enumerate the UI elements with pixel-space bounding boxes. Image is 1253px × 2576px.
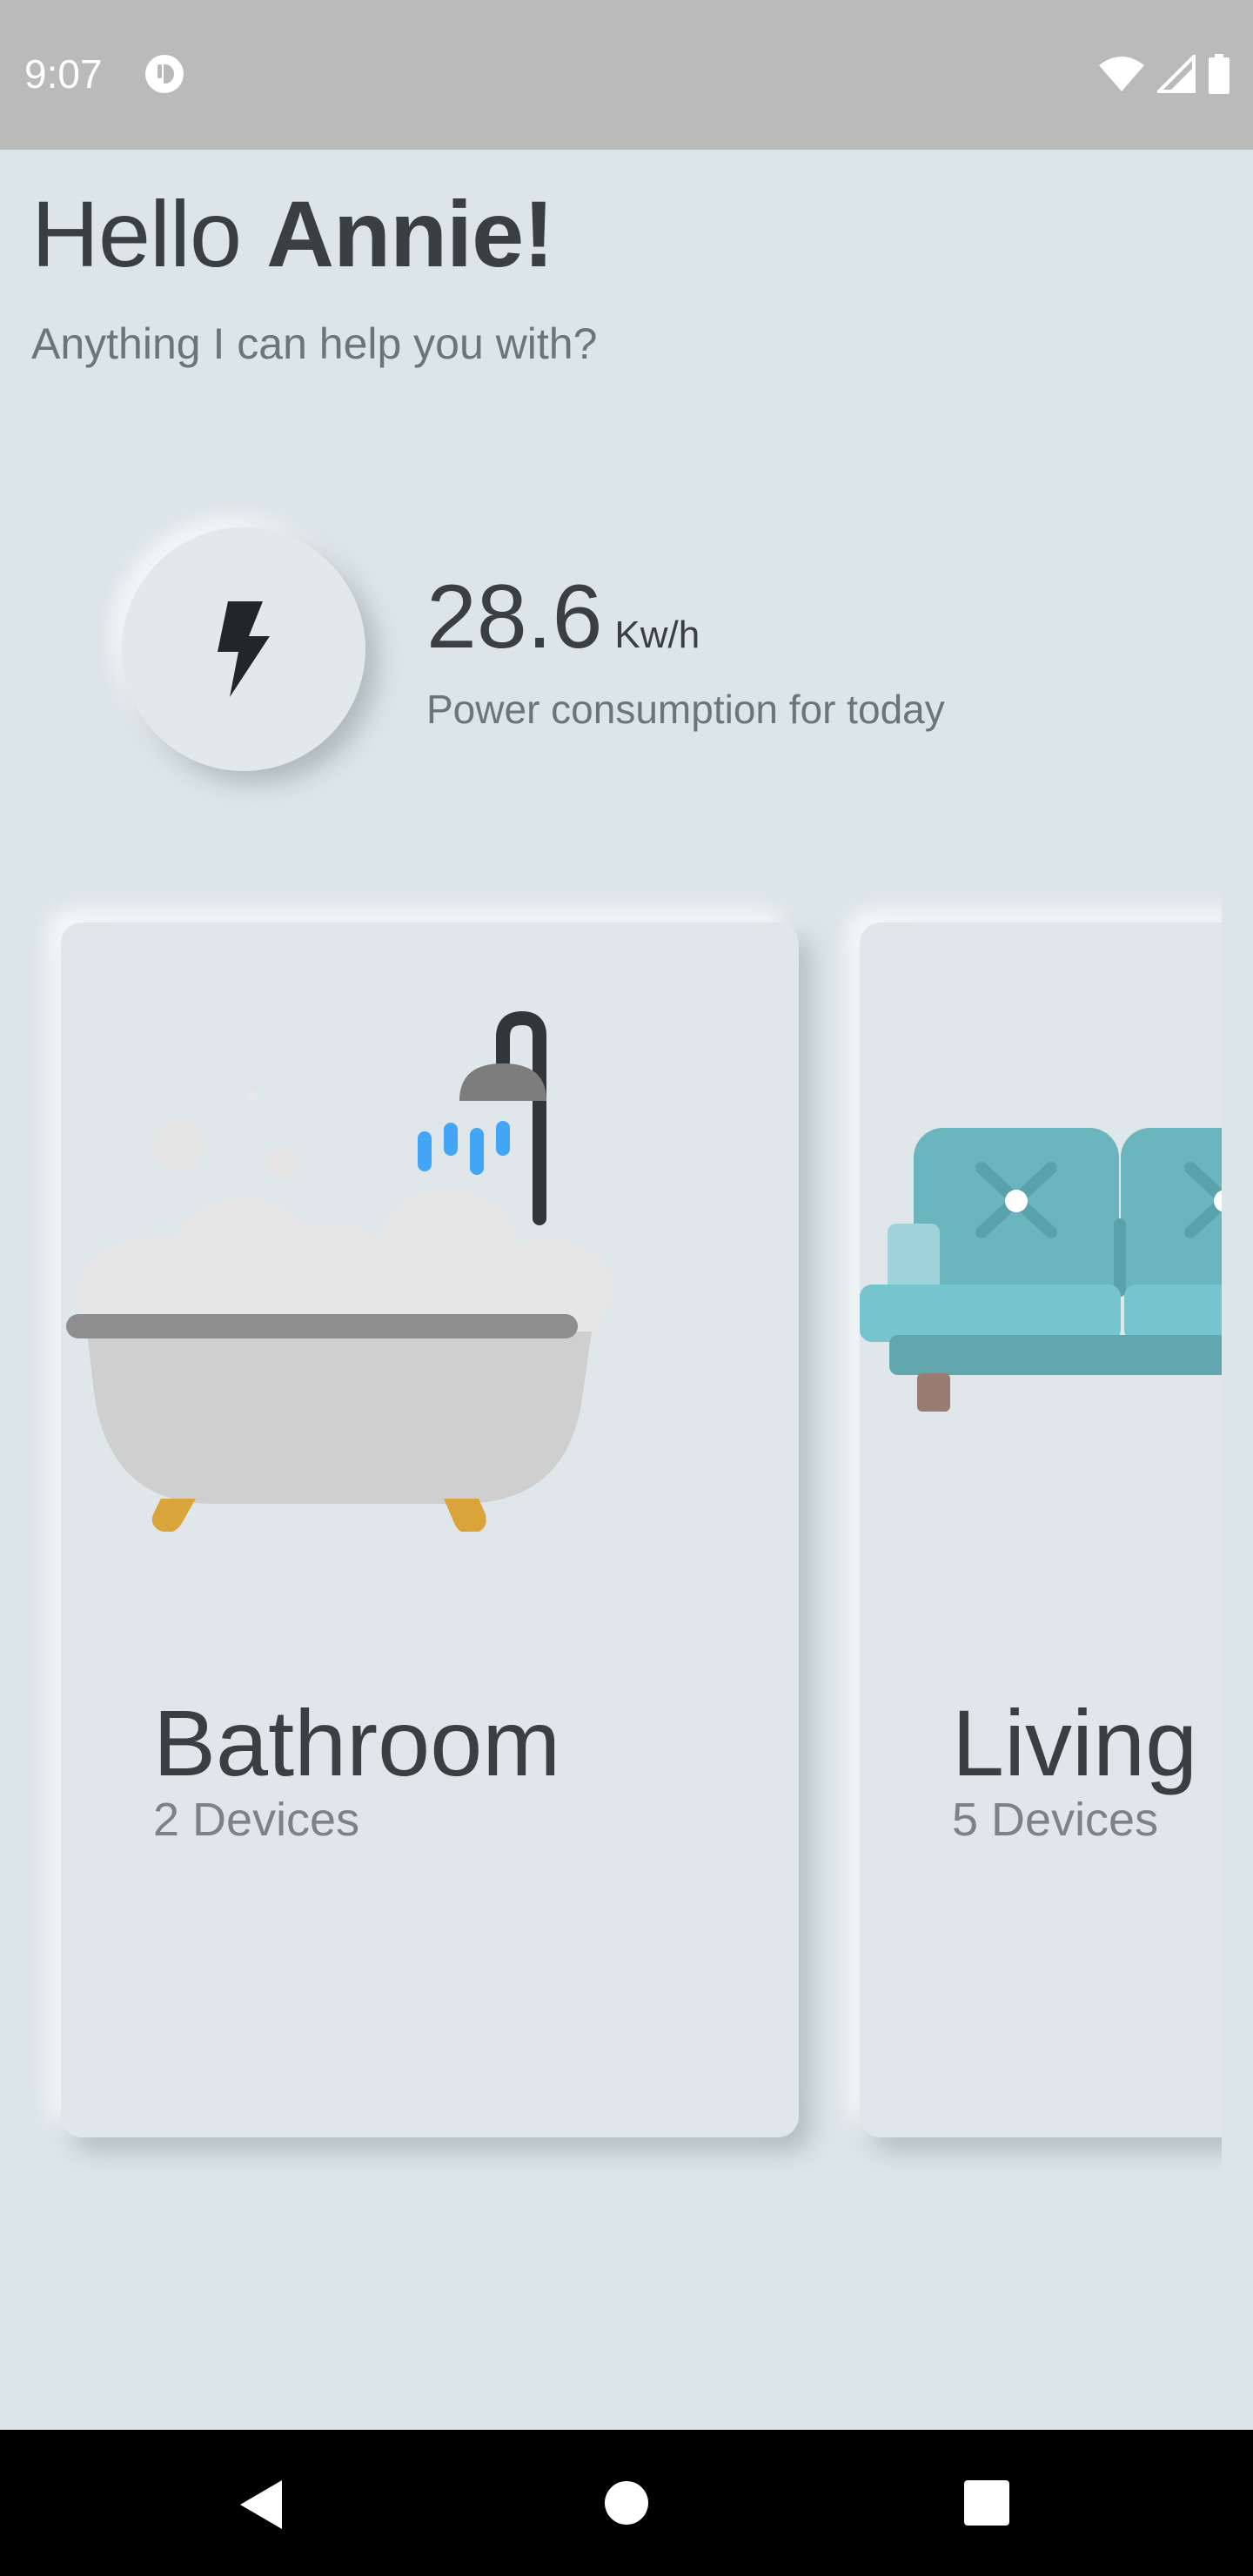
room-name: Bathroom (153, 1690, 561, 1795)
greeting-hello: Hello (31, 181, 267, 286)
navigation-bar (0, 2430, 1253, 2576)
room-card-bathroom[interactable]: Bathroom 2 Devices (61, 922, 799, 2137)
status-icons (1098, 54, 1230, 94)
power-button[interactable] (122, 527, 365, 771)
status-bar: 9:07 (0, 0, 1253, 150)
power-unit: Kw/h (614, 614, 700, 656)
sofa-icon (860, 1128, 1222, 1412)
rooms-carousel[interactable]: Bathroom 2 Devices Living Room 5 Devices (0, 870, 1222, 2193)
power-reading: 28.6 Kw/h (426, 566, 700, 669)
room-device-count: 5 Devices (952, 1794, 1159, 1846)
home-icon[interactable] (604, 2480, 649, 2526)
bathtub-shower-icon (66, 1010, 613, 1532)
signal-icon (1157, 55, 1196, 93)
lightning-bolt-icon (218, 601, 270, 697)
power-caption: Power consumption for today (426, 687, 945, 732)
greeting-user-name: Annie! (266, 181, 554, 286)
room-device-count: 2 Devices (153, 1794, 360, 1846)
app-notification-icon (145, 55, 184, 93)
room-name: Living Room (952, 1690, 1222, 1795)
back-icon[interactable] (237, 2477, 285, 2532)
recents-icon[interactable] (964, 2480, 1009, 2526)
greeting-title: Hello Annie! (31, 179, 554, 288)
status-time: 9:07 (24, 51, 103, 97)
wifi-icon (1099, 57, 1144, 91)
greeting-subtitle: Anything I can help you with? (31, 319, 598, 368)
power-value: 28.6 (426, 567, 603, 667)
battery-icon (1209, 54, 1230, 94)
room-card-living-room[interactable]: Living Room 5 Devices (860, 922, 1222, 2137)
